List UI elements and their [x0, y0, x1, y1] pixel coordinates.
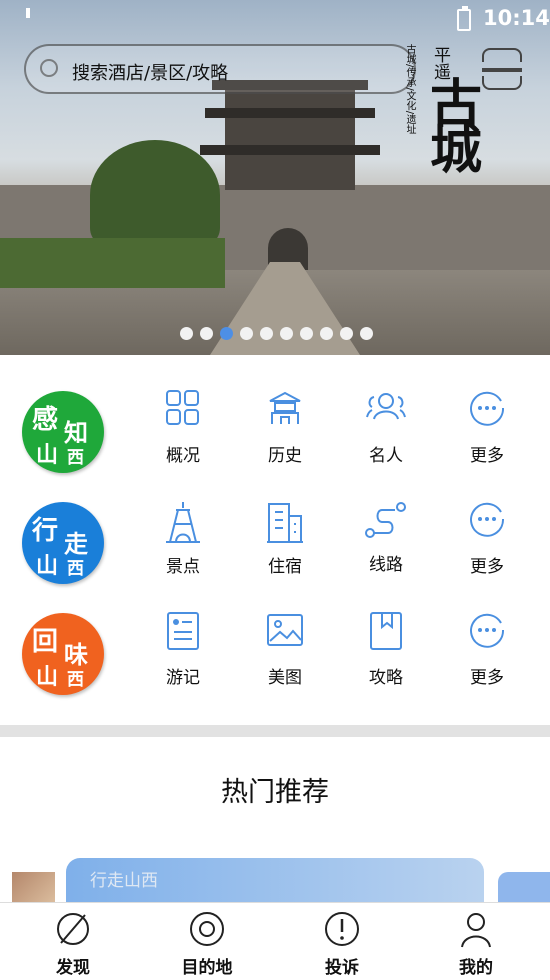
carousel-dot[interactable] — [200, 327, 213, 340]
logo-big-text: 古城 — [430, 74, 483, 181]
tab-label: 目的地 — [181, 958, 233, 978]
carousel-dot[interactable] — [280, 327, 293, 340]
item-more-savor[interactable]: 更多 — [447, 611, 527, 701]
item-label: 线路 — [369, 555, 403, 575]
building-icon — [267, 503, 303, 543]
tab-label: 投诉 — [325, 958, 359, 978]
carousel-dot[interactable] — [180, 327, 193, 340]
carousel-dot[interactable] — [220, 327, 233, 340]
more-icon — [470, 391, 505, 426]
hot-recommend-title: 热门推荐 — [221, 777, 329, 808]
item-label: 名人 — [369, 446, 403, 466]
category-row: 感 知 山 西 概况 历史 名人 更多 — [0, 355, 550, 473]
more-icon — [470, 502, 505, 537]
image-icon — [267, 614, 303, 646]
alert-icon — [325, 912, 359, 946]
item-guides[interactable]: 攻略 — [346, 611, 426, 701]
tower-icon — [166, 502, 200, 543]
search-placeholder: 搜索酒店/景区/攻略 — [72, 63, 229, 84]
pavilion-icon — [269, 391, 301, 424]
gate-tower — [225, 80, 355, 190]
battery-icon — [457, 6, 471, 31]
people-icon — [366, 393, 406, 420]
trees — [90, 140, 220, 250]
carousel-dot[interactable] — [300, 327, 313, 340]
bottom-tab-bar: 发现 目的地 投诉 我的 — [0, 902, 550, 980]
location-icon — [190, 912, 224, 946]
grid-icon — [166, 390, 199, 425]
carousel-indicator — [180, 327, 373, 340]
item-label: 景点 — [166, 557, 200, 577]
carousel-dot[interactable] — [260, 327, 273, 340]
item-label: 住宿 — [268, 557, 302, 577]
tab-label: 我的 — [459, 958, 493, 978]
tab-destination[interactable]: 目的地 — [172, 909, 242, 978]
compass-icon — [57, 913, 89, 945]
item-label: 游记 — [166, 668, 200, 688]
hedge — [0, 238, 225, 288]
tab-label: 发现 — [56, 958, 90, 978]
route-icon — [365, 502, 406, 538]
item-gallery[interactable]: 美图 — [245, 611, 325, 701]
notification-icon — [26, 8, 30, 18]
item-label: 历史 — [268, 446, 302, 466]
item-label: 更多 — [470, 446, 504, 466]
carousel-dot[interactable] — [360, 327, 373, 340]
category-row: 行 走 山 西 景点 住宿 线路 更多 — [0, 466, 550, 584]
category-grid: 感 知 山 西 概况 历史 名人 更多 行 走 山 西 景点 住宿 线路 更多 … — [0, 355, 550, 725]
carousel-dot[interactable] — [240, 327, 253, 340]
status-time: 10:14 — [483, 6, 550, 30]
tab-discover[interactable]: 发现 — [38, 909, 108, 978]
recommend-card-title: 行走山西 — [90, 871, 158, 891]
badge-perceive-shanxi[interactable]: 感 知 山 西 — [22, 391, 104, 473]
bookmark-icon — [370, 612, 402, 650]
item-label: 更多 — [470, 557, 504, 577]
badge-walk-shanxi[interactable]: 行 走 山 西 — [22, 502, 104, 584]
note-icon — [167, 612, 199, 650]
item-label: 概况 — [166, 446, 200, 466]
more-icon — [470, 613, 505, 648]
section-divider — [0, 725, 550, 737]
banner-carousel[interactable]: 10:14 搜索酒店/景区/攻略 古城/传承/文化/遗址 平遥 古城 — [0, 0, 550, 355]
tab-mine[interactable]: 我的 — [441, 909, 511, 978]
tab-complaint[interactable]: 投诉 — [307, 909, 377, 978]
item-label: 攻略 — [369, 668, 403, 688]
pingyao-logo: 古城/传承/文化/遗址 平遥 古城 — [400, 42, 525, 192]
search-input[interactable]: 搜索酒店/景区/攻略 — [24, 44, 416, 94]
search-icon — [40, 59, 58, 77]
user-icon — [461, 913, 491, 948]
category-row: 回 味 山 西 游记 美图 攻略 更多 — [0, 577, 550, 695]
item-label: 更多 — [470, 668, 504, 688]
badge-savor-shanxi[interactable]: 回 味 山 西 — [22, 613, 104, 695]
item-label: 美图 — [268, 668, 302, 688]
item-travelogue[interactable]: 游记 — [143, 611, 223, 701]
carousel-dot[interactable] — [320, 327, 333, 340]
logo-tagline: 古城/传承/文化/遗址 — [404, 44, 415, 135]
carousel-dot[interactable] — [340, 327, 353, 340]
status-bar: 10:14 — [0, 0, 550, 38]
